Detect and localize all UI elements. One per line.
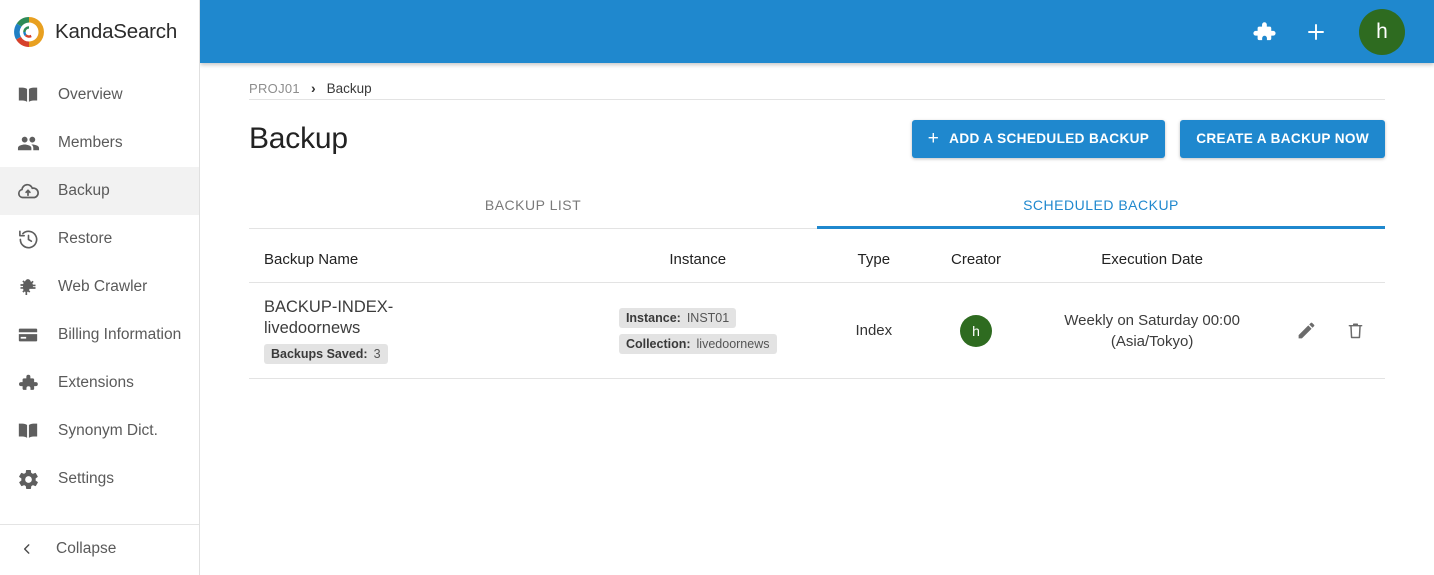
backup-name-text: BACKUP-INDEX-livedoornews bbox=[264, 298, 394, 337]
plus-icon[interactable] bbox=[1303, 19, 1329, 45]
create-backup-now-button[interactable]: CREATE A BACKUP NOW bbox=[1180, 119, 1385, 158]
add-scheduled-backup-label: ADD A SCHEDULED BACKUP bbox=[949, 131, 1150, 146]
book-icon bbox=[16, 83, 40, 107]
cell-backup-name: BACKUP-INDEX-livedoornews Backups Saved:… bbox=[249, 282, 573, 380]
sidebar-collapse-button[interactable]: Collapse bbox=[0, 524, 199, 572]
instance-badge: Instance: INST01 bbox=[618, 307, 737, 328]
backups-saved-value: 3 bbox=[373, 347, 381, 362]
sidebar-item-label: Web Crawler bbox=[58, 278, 148, 295]
sidebar-item-synonym-dict[interactable]: Synonym Dict. bbox=[0, 407, 199, 455]
credit-card-icon bbox=[16, 323, 40, 347]
table-body: BACKUP-INDEX-livedoornews Backups Saved:… bbox=[249, 282, 1385, 380]
cell-creator: h bbox=[924, 282, 1028, 380]
table-header-row: Backup Name Instance Type Creator Execut… bbox=[249, 229, 1385, 283]
brand-name: KandaSearch bbox=[55, 19, 178, 43]
page-header: Backup + ADD A SCHEDULED BACKUP CREATE A… bbox=[249, 100, 1385, 163]
column-header-type: Type bbox=[822, 229, 925, 283]
sidebar-item-restore[interactable]: Restore bbox=[0, 215, 199, 263]
column-header-creator: Creator bbox=[924, 229, 1028, 283]
table-row: BACKUP-INDEX-livedoornews Backups Saved:… bbox=[249, 282, 1385, 380]
sidebar-item-overview[interactable]: Overview bbox=[0, 71, 199, 119]
cell-execution-date: Weekly on Saturday 00:00 (Asia/Tokyo) bbox=[1027, 282, 1278, 380]
brand[interactable]: KandaSearch bbox=[0, 0, 199, 63]
chevron-left-icon bbox=[20, 542, 34, 556]
execution-date-line2: (Asia/Tokyo) bbox=[1110, 332, 1194, 350]
people-icon bbox=[16, 131, 40, 155]
instance-badges: Instance: INST01 Collection: livedoornew… bbox=[618, 307, 777, 354]
chevron-right-icon: › bbox=[310, 80, 316, 96]
history-icon bbox=[16, 227, 40, 251]
breadcrumb-current: Backup bbox=[326, 80, 372, 96]
pencil-icon[interactable] bbox=[1296, 320, 1317, 341]
sidebar-item-backup[interactable]: Backup bbox=[0, 167, 199, 215]
page-content: PROJ01 › Backup Backup + ADD A SCHEDULED… bbox=[200, 63, 1434, 575]
sidebar-item-billing-information[interactable]: Billing Information bbox=[0, 311, 199, 359]
bug-icon bbox=[16, 275, 40, 299]
sidebar-item-web-crawler[interactable]: Web Crawler bbox=[0, 263, 199, 311]
sidebar-item-label: Extensions bbox=[58, 374, 134, 391]
sidebar-item-label: Synonym Dict. bbox=[58, 422, 158, 439]
app-root: KandaSearch Overview Members Backup Rest… bbox=[0, 0, 1434, 575]
sidebar-item-label: Settings bbox=[58, 470, 115, 487]
puzzle-icon bbox=[16, 371, 40, 395]
breadcrumb: PROJ01 › Backup bbox=[249, 63, 1385, 100]
collection-value: livedoornews bbox=[696, 336, 770, 351]
sidebar-collapse-label: Collapse bbox=[56, 539, 117, 557]
cloud-upload-icon bbox=[16, 179, 40, 203]
sidebar-item-members[interactable]: Members bbox=[0, 119, 199, 167]
plus-icon: + bbox=[927, 128, 940, 149]
avatar: h bbox=[960, 314, 993, 347]
gear-icon bbox=[16, 467, 40, 491]
book-icon bbox=[16, 419, 40, 443]
backups-saved-key: Backups Saved: bbox=[271, 347, 368, 362]
breadcrumb-project[interactable]: PROJ01 bbox=[249, 81, 300, 96]
column-header-actions bbox=[1277, 229, 1385, 283]
cell-type: Index bbox=[822, 282, 925, 380]
kandasearch-swirl-logo-icon bbox=[12, 15, 46, 49]
sidebar-item-settings[interactable]: Settings bbox=[0, 455, 199, 503]
sidebar-nav: Overview Members Backup Restore Web Craw… bbox=[0, 63, 199, 524]
topbar: h bbox=[200, 0, 1434, 63]
row-actions bbox=[1277, 320, 1385, 341]
tab-scheduled-backup[interactable]: SCHEDULED BACKUP bbox=[817, 185, 1385, 229]
tab-backup-list[interactable]: BACKUP LIST bbox=[249, 185, 817, 229]
sidebar: KandaSearch Overview Members Backup Rest… bbox=[0, 0, 200, 575]
sidebar-item-label: Billing Information bbox=[58, 326, 182, 343]
sidebar-item-extensions[interactable]: Extensions bbox=[0, 359, 199, 407]
sidebar-item-label: Members bbox=[58, 134, 123, 151]
main-pane: h PROJ01 › Backup Backup + ADD A SCHEDUL… bbox=[200, 0, 1434, 575]
puzzle-icon[interactable] bbox=[1251, 19, 1277, 45]
table-header: Backup Name Instance Type Creator Execut… bbox=[249, 229, 1385, 283]
column-header-backup-name: Backup Name bbox=[249, 229, 573, 283]
execution-date-line1: Weekly on Saturday 00:00 bbox=[1064, 311, 1240, 329]
sidebar-item-label: Restore bbox=[58, 230, 113, 247]
scheduled-backup-table: Backup Name Instance Type Creator Execut… bbox=[249, 229, 1385, 380]
page-title: Backup bbox=[249, 121, 348, 155]
trash-icon[interactable] bbox=[1345, 320, 1366, 341]
sidebar-item-label: Backup bbox=[58, 182, 110, 199]
column-header-execution-date: Execution Date bbox=[1027, 229, 1278, 283]
column-header-instance: Instance bbox=[572, 229, 823, 283]
sidebar-item-label: Overview bbox=[58, 86, 123, 103]
collection-badge: Collection: livedoornews bbox=[618, 333, 777, 354]
tab-bar: BACKUP LIST SCHEDULED BACKUP bbox=[249, 185, 1385, 229]
avatar[interactable]: h bbox=[1359, 8, 1405, 55]
page-actions: + ADD A SCHEDULED BACKUP CREATE A BACKUP… bbox=[911, 119, 1385, 158]
backups-saved-badge: Backups Saved: 3 bbox=[264, 344, 388, 365]
add-scheduled-backup-button[interactable]: + ADD A SCHEDULED BACKUP bbox=[911, 119, 1166, 158]
cell-instance: Instance: INST01 Collection: livedoornew… bbox=[572, 282, 823, 380]
create-backup-now-label: CREATE A BACKUP NOW bbox=[1196, 131, 1369, 146]
instance-key: Instance: bbox=[625, 310, 681, 325]
cell-actions bbox=[1277, 282, 1385, 380]
collection-key: Collection: bbox=[625, 336, 691, 351]
instance-value: INST01 bbox=[686, 310, 730, 325]
